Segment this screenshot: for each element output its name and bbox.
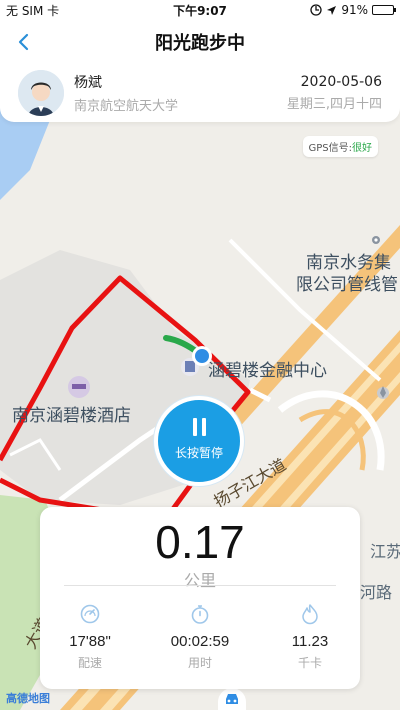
time-label: 用时 [187,656,212,670]
map-label-water-company: 南京水务集 [306,253,391,273]
stats-divider [64,585,336,586]
calorie-value: 11.23 [291,633,329,650]
pause-button-label: 长按暂停 [174,445,223,460]
distance-unit: 公里 [183,571,216,590]
pause-icon [192,417,206,436]
map-label-finance-center: 涵碧楼金融中心 [208,361,327,381]
calorie-label: 千卡 [297,656,322,670]
car-icon [226,694,238,704]
status-bar: 无 SIM 卡 下午9:07 91% [0,0,400,20]
avatar [18,70,64,116]
time-value: 00:02:59 [170,633,230,650]
user-name: 杨斌 [74,75,102,91]
map-label-hotel: 南京涵碧楼酒店 [12,406,131,426]
gps-status: 很好 [352,143,372,154]
pace-metric: 17'88" 配速 [40,603,140,671]
nav-bar: 阳光跑步中 [0,20,400,64]
pace-label: 配速 [77,656,102,670]
map-label-jiangsu: 江苏 [370,542,400,561]
gps-label: GPS信号: [308,143,353,154]
location-lock-icon [310,4,322,16]
car-mode-button[interactable] [218,688,246,710]
stats-panel: 0.17 公里 17'88" 配速 00:02:59 用时 11.23 千卡 [40,507,360,689]
speedometer-icon [80,604,100,624]
pace-value: 17'88" [69,633,111,650]
run-weekday: 星期三,四月十四 [286,97,382,112]
page-title: 阳光跑步中 [155,33,245,54]
distance-value: 0.17 [155,516,245,568]
location-arrow-icon [327,5,337,15]
map-label-water-company-2: 限公司管线管 [296,275,398,295]
battery-icon [372,5,396,15]
user-school: 南京航空航天大学 [74,99,179,114]
amap-logo: 高德地图 [6,692,50,705]
user-avatar-icon [18,70,64,116]
stopwatch-icon [191,605,209,624]
time-metric: 00:02:59 用时 [150,603,250,671]
map-label-road-2: 河路 [360,583,393,602]
battery-percent: 91% [341,3,368,17]
flame-icon [302,604,318,625]
back-arrow-icon[interactable] [14,28,34,56]
gps-signal-badge: GPS信号:很好 [302,136,378,157]
user-card: 杨斌 南京航空航天大学 2020-05-06 星期三,四月十四 [0,64,400,122]
run-date: 2020-05-06 [300,74,382,90]
long-press-pause-button[interactable]: 长按暂停 [154,396,244,486]
calorie-metric: 11.23 千卡 [260,603,360,671]
